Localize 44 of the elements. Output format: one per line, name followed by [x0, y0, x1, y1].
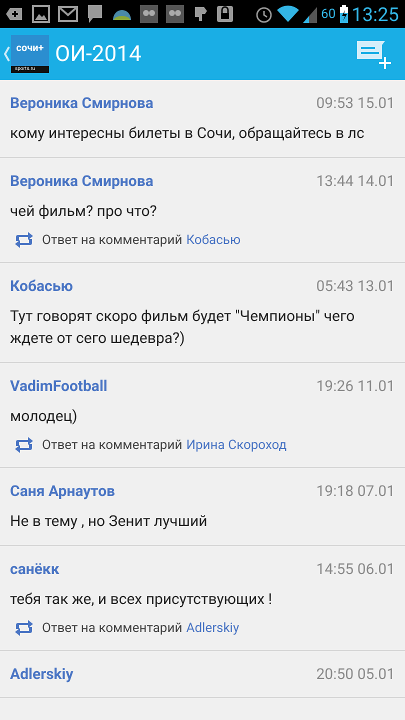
clock-time: 13:25: [352, 2, 399, 26]
comment-time: 13:44 14.01: [316, 172, 395, 190]
image-icon: [32, 5, 50, 23]
comment-text: Тут говорят скоро фильм будет "Чемпионы" чего ждете от сего шедевра?): [10, 306, 356, 349]
reply-arrows-icon: [14, 232, 34, 248]
comment-text: Не в тему , но Зенит лучший: [10, 511, 208, 532]
reply-target-link[interactable]: Кобасью: [186, 232, 241, 248]
comment-text: кому интересны билеты в Сочи, обращайтесь в лс: [10, 123, 366, 144]
reply-label: Ответ на комментарий: [42, 438, 182, 452]
battery-level: 60: [321, 6, 336, 22]
comment-text: чей фильм? про что?: [10, 201, 158, 222]
back-caret-icon[interactable]: [4, 46, 10, 62]
comment-time: 05:43 13.01: [316, 277, 395, 295]
lock-icon: [216, 5, 234, 23]
comment-author[interactable]: VadimFootball: [10, 377, 108, 395]
alarm-clock-icon: [255, 5, 274, 23]
comment-author[interactable]: Вероника Смирнова: [10, 172, 154, 190]
mail-icon: [58, 6, 78, 22]
comment-text: тебя так же, и всех присутствующих !: [10, 589, 274, 610]
logo-text: сочи+: [15, 43, 45, 54]
reply-target-link[interactable]: Adlerskiy: [186, 620, 240, 636]
comment-time: 19:18 07.01: [316, 482, 395, 500]
comment-author[interactable]: Саня Арнаутов: [10, 482, 116, 500]
reply-arrows-icon: [14, 620, 34, 636]
notification-icon: [6, 5, 24, 23]
reply-target-link[interactable]: Ирина Скороход: [186, 438, 287, 452]
new-comment-icon[interactable]: [357, 39, 391, 69]
comment-author[interactable]: Вероника Смирнова: [10, 94, 154, 112]
comment-author[interactable]: Кобасью: [10, 277, 73, 295]
globe-icon: [112, 7, 132, 21]
comment-author[interactable]: санёкк: [10, 560, 60, 578]
screen-title: ОИ-2014: [55, 42, 142, 66]
wifi-icon: [277, 5, 300, 23]
comment-time: 14:55 06.01: [316, 560, 395, 578]
reply-label: Ответ на комментарий: [42, 620, 182, 636]
reply-label: Ответ на комментарий: [42, 232, 182, 248]
comment-time: 09:53 15.01: [316, 94, 395, 112]
comment-author[interactable]: Adlerskiy: [10, 665, 74, 683]
reply-arrows-icon: [14, 437, 34, 453]
comment-time: 20:50 05.01: [316, 665, 395, 683]
comment-time: 19:26 11.01: [316, 377, 395, 395]
comment-text: молодец): [10, 406, 78, 427]
signal-icon: [303, 5, 318, 23]
battery-charging-icon: [340, 5, 348, 23]
